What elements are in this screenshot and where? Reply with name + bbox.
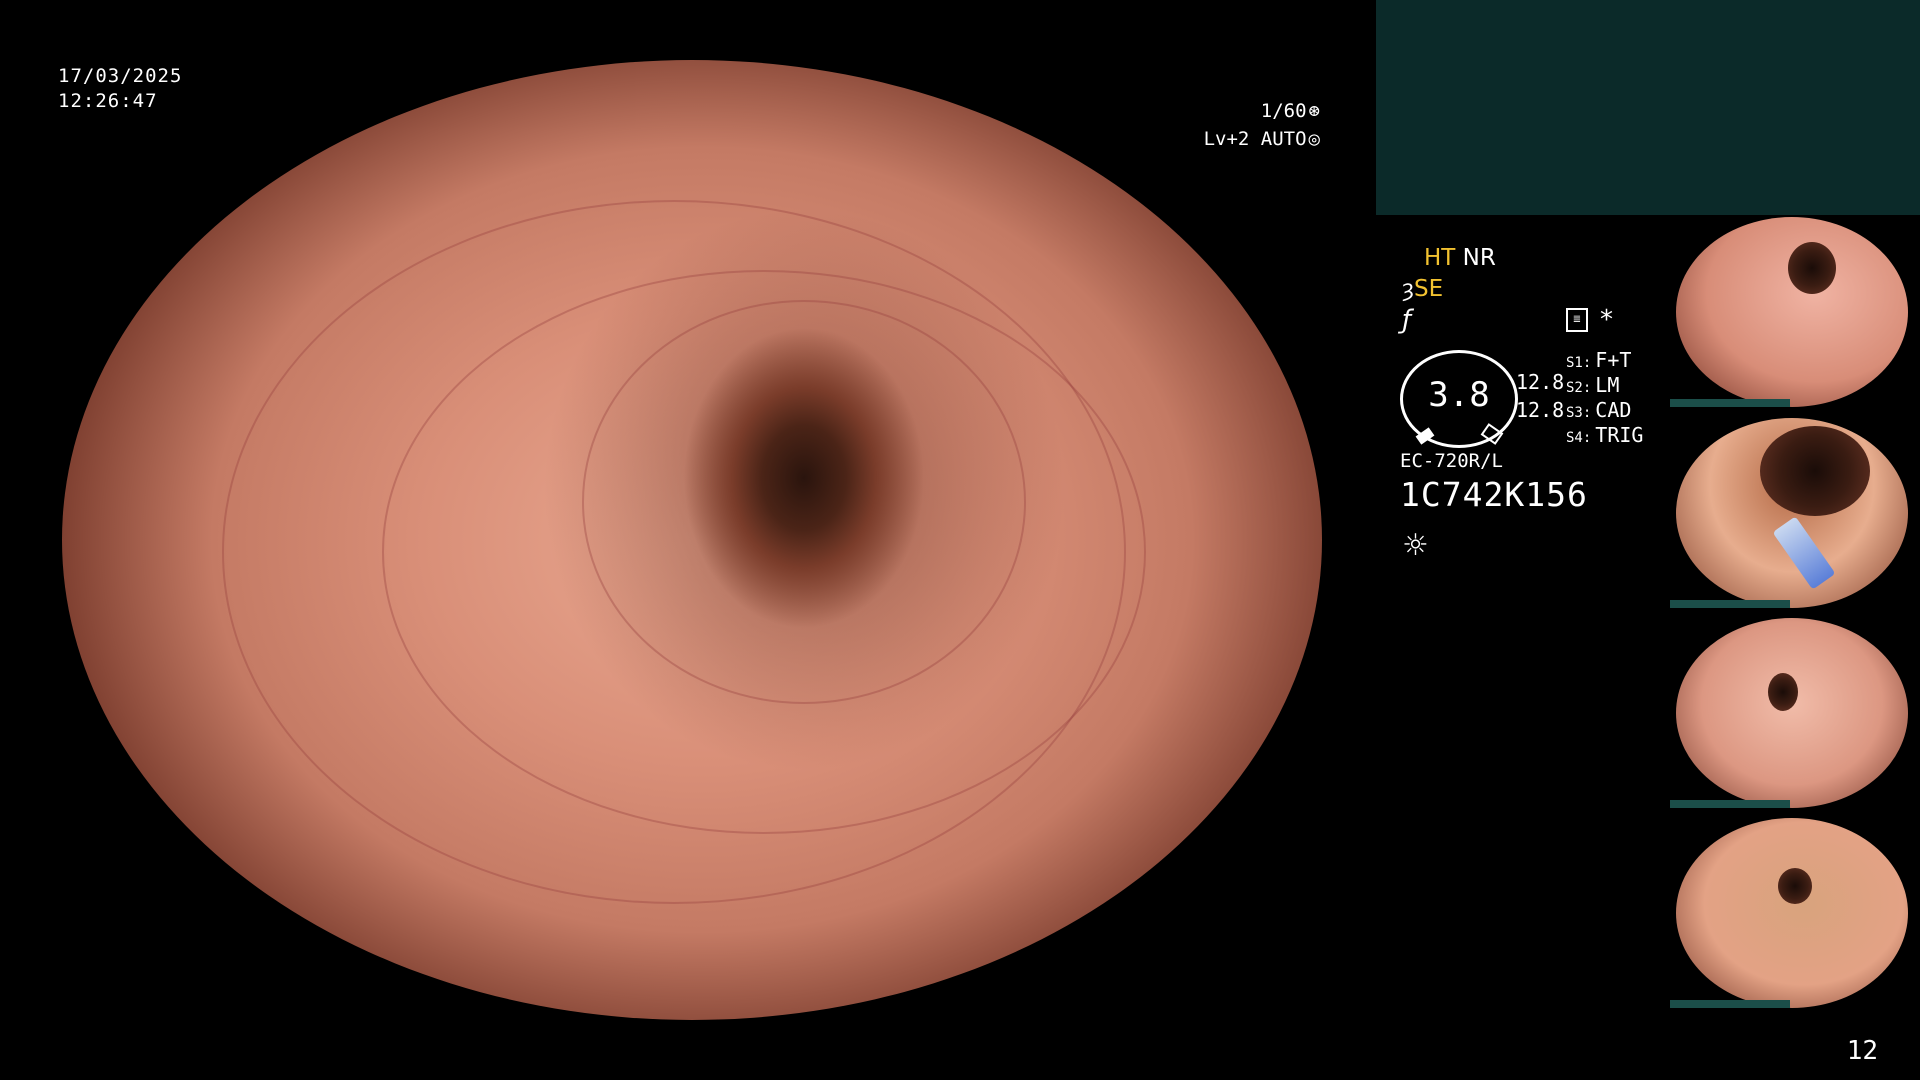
switch-key: S2: [1566, 380, 1592, 396]
freeze-icon: ƒ [1402, 305, 1412, 335]
thumbnail-bar [1670, 399, 1790, 407]
switch-value: F+T [1595, 348, 1632, 372]
capture-thumbnail[interactable] [1670, 618, 1915, 808]
gauge-marker-right [1480, 423, 1504, 445]
thumbnail-image [1676, 818, 1908, 1008]
thumbnail-lumen [1788, 242, 1836, 294]
shutter-icon: ⊛ [1308, 100, 1320, 122]
switch-row-2: S2: LM [1566, 373, 1619, 397]
gauge-value: 3.8 [1428, 375, 1490, 415]
level-value: Lv+2 AUTO [1203, 128, 1307, 150]
ht-nr-row: HT NR [1424, 245, 1496, 271]
nr-label: NR [1462, 245, 1496, 271]
gauge-marker-left [1415, 427, 1435, 445]
switch-row-1: S1: F+T [1566, 348, 1631, 372]
shutter-value: 1/60 [1260, 100, 1307, 122]
thumbnail-image [1676, 618, 1908, 808]
date-readout: 17/03/2025 [58, 65, 183, 87]
se-row: ȝSE [1402, 276, 1443, 302]
thumbnail-image [1676, 217, 1908, 407]
switch-key: S3: [1566, 405, 1592, 421]
scope-model: EC-720R/L [1400, 450, 1503, 472]
scope-serial: 1C742K156 [1400, 475, 1588, 514]
main-endoscope-view [62, 60, 1322, 1020]
zoom-gauge: 3.8 [1400, 350, 1518, 448]
switch-value: LM [1595, 373, 1620, 397]
value-readout-1: 12.8 [1516, 370, 1565, 394]
switch-key: S1: [1566, 355, 1592, 371]
auto-iris-icon: ◎ [1308, 128, 1320, 150]
star-icon: * [1600, 305, 1613, 335]
thumbnail-lumen [1778, 868, 1812, 904]
structure-enhancement-icon: ȝ [1402, 276, 1414, 302]
switch-key: S4: [1566, 430, 1592, 446]
se-label: SE [1414, 276, 1444, 302]
thumbnail-lumen [1760, 426, 1870, 516]
thumbnail-bar [1670, 600, 1790, 608]
switch-row-4: S4: TRIG [1566, 423, 1643, 447]
info-panel [1376, 0, 1920, 215]
time-readout: 12:26:47 [58, 90, 158, 112]
brightness-level-readout: Lv+2 AUTO ◎ [1204, 128, 1320, 150]
page-number: 12 [1846, 1036, 1878, 1066]
mucosal-fold [582, 300, 1026, 704]
thumbnail-lumen [1768, 673, 1798, 711]
thumbnail-bar [1670, 800, 1790, 808]
capture-thumbnail[interactable] [1670, 818, 1915, 1008]
switch-value: CAD [1595, 398, 1632, 422]
capture-thumbnail[interactable] [1670, 418, 1915, 608]
light-source-icon: ☼ [1402, 528, 1429, 563]
switch-row-3: S3: CAD [1566, 398, 1631, 422]
shutter-readout: 1/60 ⊛ [1261, 100, 1320, 122]
ht-label: HT [1424, 245, 1456, 271]
switch-value: TRIG [1595, 423, 1644, 447]
thumbnail-bar [1670, 1000, 1790, 1008]
value-readout-2: 12.8 [1516, 398, 1565, 422]
capture-thumbnail[interactable] [1670, 217, 1915, 407]
memo-icon: ≣ [1566, 308, 1588, 332]
